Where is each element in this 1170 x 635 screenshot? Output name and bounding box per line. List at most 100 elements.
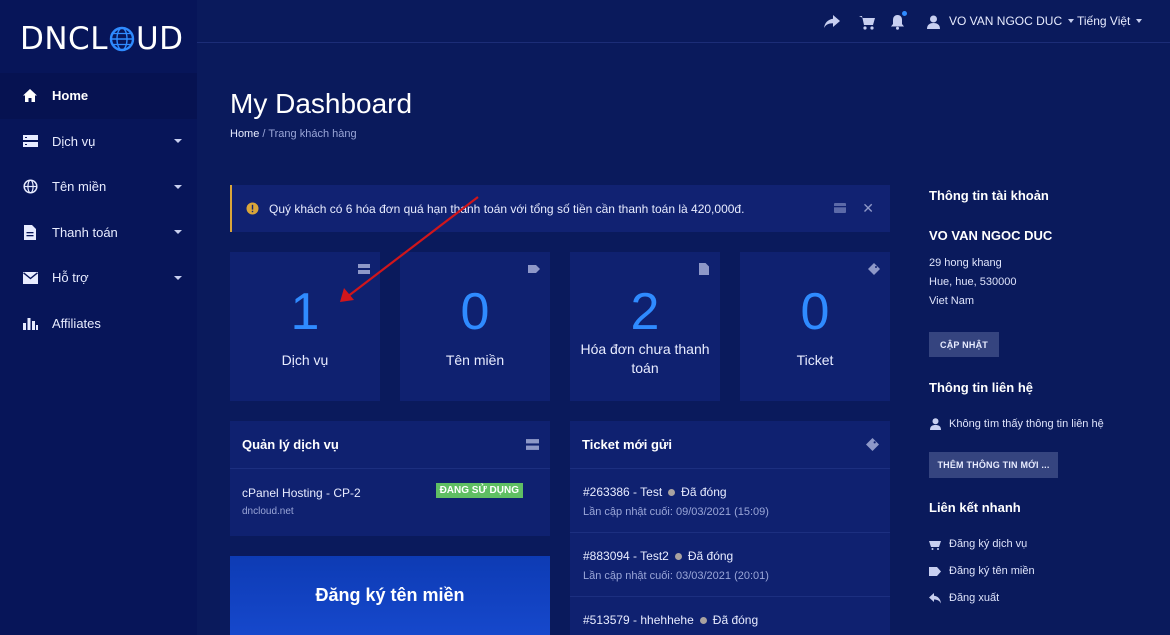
sidebar-item-support[interactable]: Hỗ trợ	[0, 255, 197, 301]
panel-title: Ticket mới gửi	[582, 437, 672, 452]
account-heading: Thông tin tài khoản	[929, 188, 1049, 203]
contact-heading: Thông tin liên hệ	[929, 380, 1033, 395]
ticket-status: Đã đóng	[687, 549, 734, 563]
ticket-updated: Lần cập nhật cuối: 09/03/2021 (15:09)	[583, 506, 769, 518]
ticket-updated: Lần cập nhật cuối: 03/03/2021 (20:01)	[583, 570, 769, 582]
sidebar-item-services[interactable]: Dịch vụ	[0, 119, 197, 165]
breadcrumb-home[interactable]: Home	[230, 128, 259, 140]
breadcrumb-separator: /	[262, 128, 266, 140]
ticket-row[interactable]: #263386 - Test Đã đóng Lần cập nhật cuối…	[570, 469, 890, 533]
brand-logo[interactable]: DNCL UD	[20, 21, 184, 57]
stat-card-unpaid-invoices[interactable]: 2 Hóa đơn chưa thanh toán	[570, 252, 720, 401]
cart-icon[interactable]	[858, 13, 876, 31]
quick-link-label: Đăng xuất	[949, 592, 1000, 604]
tag-icon	[929, 565, 941, 577]
ticket-id: #883094 - Test2	[583, 549, 669, 563]
top-bar: VO VAN NGOC DUC Tiếng Việt	[197, 0, 1170, 43]
stat-card-services[interactable]: 1 Dịch vụ	[230, 252, 380, 401]
services-panel: Quản lý dịch vụ cPanel Hosting - CP-2 dn…	[230, 421, 550, 536]
stat-label: Hóa đơn chưa thanh toán	[580, 341, 710, 376]
quick-link-label: Đăng ký dịch vụ	[949, 538, 1028, 550]
user-menu[interactable]: VO VAN NGOC DUC	[949, 14, 1075, 28]
services-panel-header: Quản lý dịch vụ	[230, 421, 550, 469]
sidebar-item-label: Thanh toán	[52, 224, 118, 240]
promo-label: Đăng ký tên miền	[315, 585, 465, 605]
share-icon[interactable]	[823, 13, 841, 31]
bell-icon[interactable]	[888, 11, 907, 31]
bar-chart-icon	[21, 314, 39, 332]
cart-icon	[929, 538, 941, 550]
envelope-icon	[21, 269, 39, 287]
status-dot	[674, 552, 682, 560]
chevron-down-icon	[174, 230, 182, 235]
tickets-panel-header: Ticket mới gửi	[570, 421, 890, 469]
sidebar: DNCL UD Home Dịch vụ Tên miền Thanh toán…	[0, 0, 197, 635]
stat-value: 0	[800, 283, 830, 341]
sidebar-item-label: Dịch vụ	[52, 133, 96, 149]
status-dot	[699, 616, 707, 624]
stat-value: 0	[460, 283, 490, 341]
address-country: Viet Nam	[929, 295, 975, 307]
address-line-1: 29 hong khang	[929, 257, 1002, 269]
ticket-icon	[866, 438, 879, 451]
globe-icon	[21, 178, 39, 196]
sidebar-item-label: Home	[52, 88, 89, 104]
address-line-2: Hue, hue, 530000	[929, 276, 1017, 288]
user-icon[interactable]	[924, 13, 942, 31]
ticket-row[interactable]: #513579 - hhehhehe Đã đóng	[570, 597, 890, 635]
panel-title: Quản lý dịch vụ	[242, 437, 339, 452]
quick-links-heading: Liên kết nhanh	[929, 500, 1021, 515]
status-badge: ĐANG SỬ DỤNG	[435, 483, 523, 498]
contact-empty: Không tìm thấy thông tin liên hệ	[929, 418, 1104, 430]
account-name: VO VAN NGOC DUC	[929, 228, 1053, 243]
register-domain-banner[interactable]: Đăng ký tên miền	[230, 556, 550, 635]
sidebar-item-affiliates[interactable]: Affiliates	[0, 301, 197, 347]
stat-card-tickets[interactable]: 0 Ticket	[740, 252, 890, 401]
close-icon[interactable]: ✕	[862, 201, 874, 215]
service-row[interactable]: cPanel Hosting - CP-2 dncloud.net ĐANG S…	[230, 469, 550, 535]
chevron-down-icon	[174, 184, 182, 189]
file-icon	[699, 263, 709, 275]
tag-icon	[528, 265, 540, 273]
ticket-id: #263386 - Test	[583, 485, 663, 499]
ticket-id: #513579 - hhehhehe	[583, 613, 694, 627]
home-icon	[21, 87, 39, 105]
server-icon	[526, 439, 539, 450]
sidebar-item-home[interactable]: Home	[0, 73, 197, 119]
server-icon	[358, 264, 370, 274]
breadcrumb-current: Trang khách hàng	[268, 128, 357, 140]
ticket-status: Đã đóng	[681, 485, 727, 499]
page-title: My Dashboard	[230, 88, 413, 119]
wallet-icon[interactable]	[834, 202, 846, 214]
overdue-invoice-alert: Quý khách có 6 hóa đơn quá hạn thanh toá…	[230, 185, 890, 232]
sidebar-item-domains[interactable]: Tên miền	[0, 164, 197, 210]
chevron-down-icon	[1136, 19, 1143, 23]
ticket-row[interactable]: #883094 - Test2 Đã đóng Lần cập nhật cuố…	[570, 533, 890, 597]
quick-link-logout[interactable]: Đăng xuất	[929, 592, 999, 604]
ticket-status: Đã đóng	[712, 613, 759, 627]
language-selector[interactable]: Tiếng Việt	[1077, 14, 1143, 28]
back-arrow-icon	[929, 592, 941, 604]
tickets-panel: Ticket mới gửi #263386 - Test Đã đóng Lầ…	[570, 421, 890, 635]
quick-link-register-service[interactable]: Đăng ký dịch vụ	[929, 538, 1027, 550]
breadcrumb: Home / Trang khách hàng	[230, 128, 357, 140]
sidebar-item-billing[interactable]: Thanh toán	[0, 210, 197, 256]
language-label: Tiếng Việt	[1077, 14, 1131, 28]
chevron-down-icon	[1068, 19, 1075, 23]
stat-value: 2	[630, 283, 660, 341]
add-contact-button[interactable]: THÊM THÔNG TIN MỚI ...	[929, 452, 1058, 478]
stat-card-domains[interactable]: 0 Tên miền	[400, 252, 550, 401]
quick-link-label: Đăng ký tên miền	[949, 565, 1035, 577]
update-button[interactable]: CẬP NHẬT	[929, 332, 999, 357]
stat-value: 1	[290, 283, 320, 341]
warning-icon	[246, 202, 259, 215]
logo-text-left: DNCL	[20, 21, 108, 57]
quick-link-register-domain[interactable]: Đăng ký tên miền	[929, 565, 1035, 577]
sidebar-item-label: Tên miền	[52, 179, 107, 195]
sidebar-item-label: Affiliates	[52, 315, 101, 331]
globe-logo-icon	[109, 26, 135, 52]
logo-text-right: UD	[135, 21, 184, 57]
service-domain: dncloud.net	[242, 506, 294, 517]
user-name: VO VAN NGOC DUC	[949, 14, 1063, 28]
stat-label: Tên miền	[445, 352, 505, 368]
